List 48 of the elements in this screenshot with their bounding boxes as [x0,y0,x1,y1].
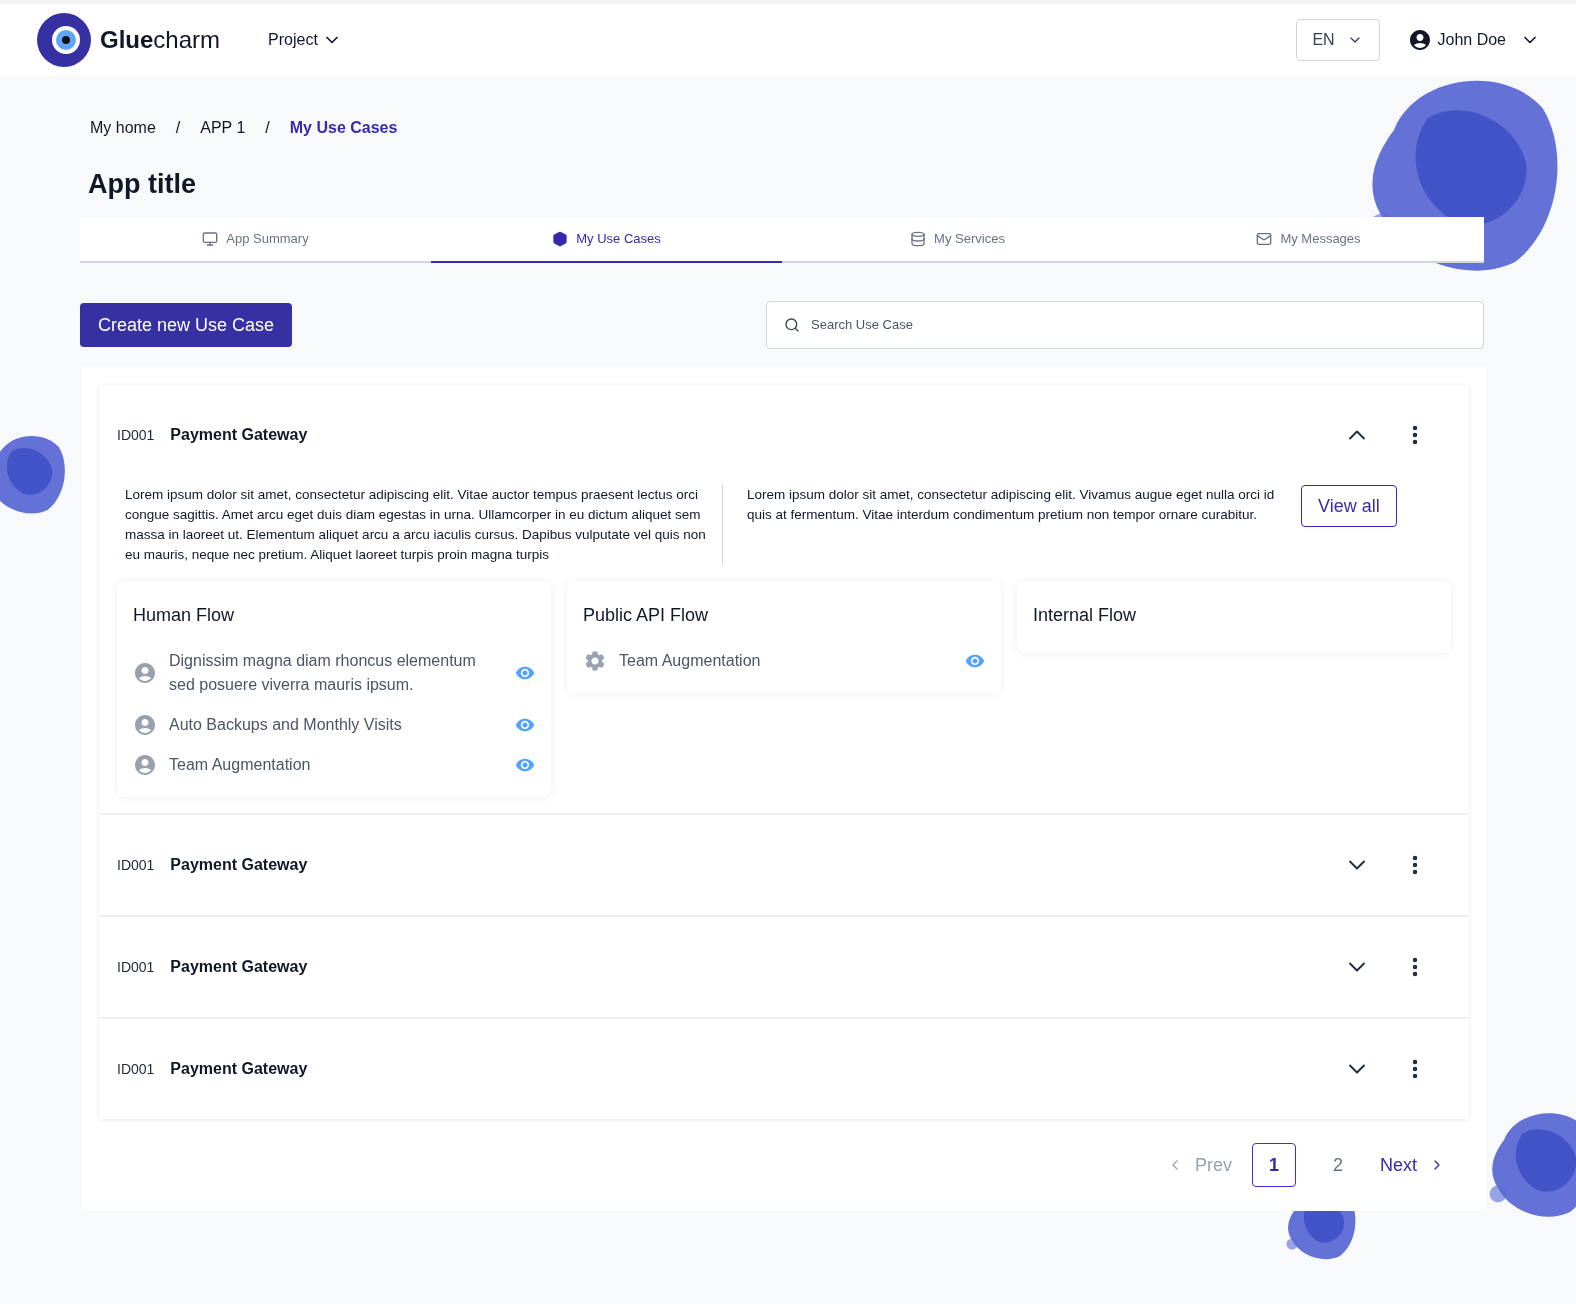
gear-icon [583,648,607,673]
view-all-button[interactable]: View all [1301,484,1397,527]
flow-item-text: Team Augmentation [169,754,312,775]
use-case-id: ID001 [117,957,155,977]
create-use-case-button[interactable]: Create new Use Case [80,302,293,347]
next-button[interactable]: Next [1380,1150,1445,1179]
breadcrumb-separator: / [175,118,181,138]
brand-name: Gluecharm [100,25,221,55]
search-field[interactable]: Search Use Case [766,300,1484,349]
cube-icon [552,230,569,247]
tab[interactable]: My Use Cases [431,216,782,263]
tab[interactable]: My Messages [1133,216,1484,263]
use-case-name: Payment Gateway [170,854,308,875]
breadcrumb-separator: / [265,118,270,138]
user-icon [1407,28,1432,52]
project-menu[interactable]: Project [268,28,342,52]
use-case-name: Payment Gateway [170,1058,308,1079]
flow-item-text: Team Augmentation [619,650,762,671]
page-button[interactable]: 2 [1316,1142,1360,1187]
use-case-name: Payment Gateway [170,424,308,445]
envelope-icon [1256,230,1273,247]
user-icon [133,660,157,685]
search-icon [784,316,800,333]
database-icon [910,230,927,247]
tab[interactable]: My Services [782,216,1133,263]
user-icon [133,712,157,737]
use-case-id: ID001 [117,855,155,875]
page-button[interactable]: 1 [1252,1142,1296,1187]
breadcrumb-link[interactable]: APP 1 [200,116,246,140]
flow-item-text: Auto Backups and Monthly Visits [169,714,403,735]
language-select[interactable]: EN [1295,19,1380,61]
breadcrumb-link[interactable]: My home [90,116,156,140]
tab[interactable]: App Summary [80,216,431,263]
flow-title: Internal Flow [1033,603,1138,627]
user-menu[interactable]: John Doe [1407,28,1540,52]
description-text: Lorem ipsum dolor sit amet, consectetur adipiscing elit. Vitae auctor tempus praesent lectus orci congue sagittis. Amet arcu eget duis diam egestas in urna. Ullamcorper in eu dictum aliquet sem massa in laoreet ut. Elementum aliquet arcu a arcu iaculis cursus. Dapibus vulputate vel quis non eu mauris, neque nec pretium. Aliquet laoreet turpis proin magna turpis [125,485,707,564]
flow-title: Public API Flow [583,603,710,627]
use-case-name: Payment Gateway [170,956,308,977]
eye-logo-icon [36,12,92,68]
use-case-id: ID001 [117,425,155,445]
breadcrumb-link[interactable]: My Use Cases [289,116,398,140]
flow-title: Human Flow [133,603,236,627]
use-case-id: ID001 [117,1059,155,1079]
description-text: Lorem ipsum dolor sit amet, consectetur adipiscing elit. Vivamus augue eget nulla orci id quis at fermentum. Vitae interdum condimentum pretium non tempor ornare curabitur. [747,485,1276,524]
user-icon [133,752,157,777]
page-title: App title [87,168,197,201]
monitor-icon [202,230,219,247]
flow-item-text: Dignissim magna diam rhoncus elementum sed posuere viverra mauris ipsum. [169,650,477,695]
